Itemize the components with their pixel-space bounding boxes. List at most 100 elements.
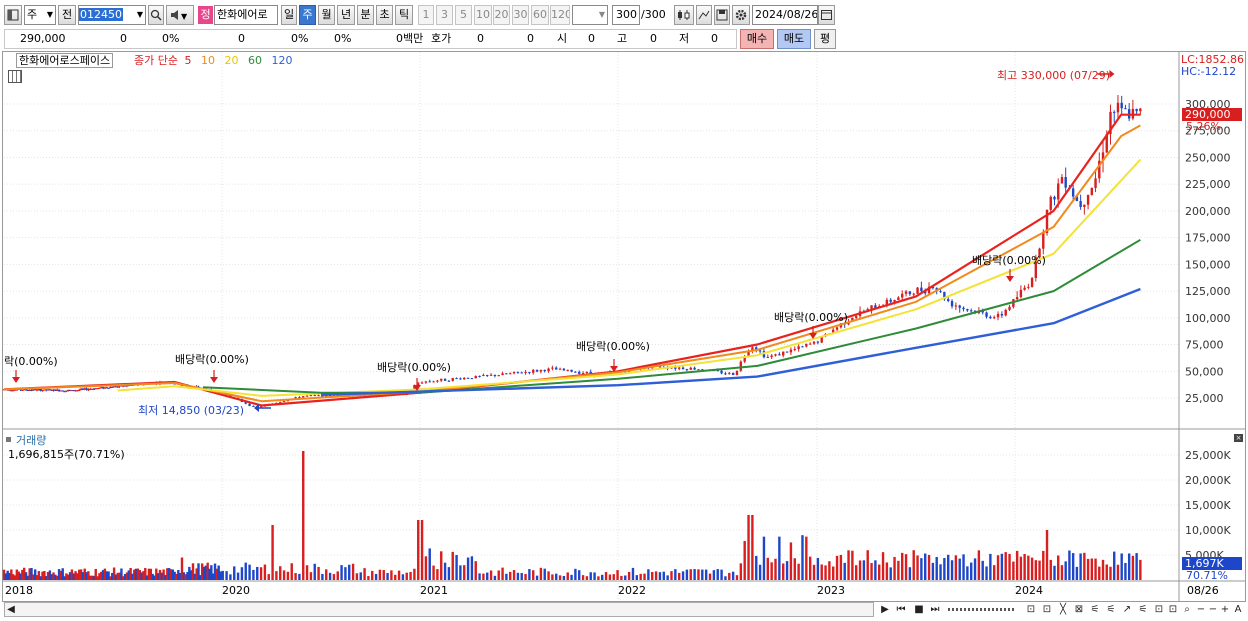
ma-legend-120: 120 [271, 54, 293, 67]
ma-legend-5: 5 [184, 54, 192, 67]
interval-3-button[interactable]: 3 [436, 5, 453, 25]
high-note: 최고 330,000 (07/29) [997, 69, 1111, 82]
ma-legend-60: 60 [247, 54, 262, 67]
div-note-6: 배당락(0.00%) [972, 254, 1046, 267]
high-label: 고 [617, 32, 628, 45]
gear-icon[interactable] [732, 5, 750, 25]
period-3-button[interactable]: 년 [337, 5, 355, 25]
tool-icon-2[interactable]: ⊡ [1040, 603, 1054, 616]
interval-60-button[interactable]: 60 [531, 5, 549, 25]
candle-type-icon[interactable] [674, 5, 694, 25]
calendar-icon[interactable] [818, 5, 835, 25]
interval-30-button[interactable]: 30 [512, 5, 529, 25]
ma-legend-20: 20 [224, 54, 239, 67]
period-1-button[interactable]: 주 [299, 5, 316, 25]
date-value: 2024/08/26 [755, 8, 818, 21]
chart-type-icon[interactable] [4, 5, 22, 25]
tool-icon-8[interactable]: ⚟ [1136, 603, 1150, 616]
x-label-2018: 2018 [5, 584, 33, 597]
x-label-2024: 2024 [1015, 584, 1043, 597]
open-value: 0 [588, 32, 595, 45]
zoom-in-icon[interactable]: + [1218, 603, 1232, 616]
interval-20-button[interactable]: 20 [493, 5, 510, 25]
current-pct-tag: 5.26% [1186, 120, 1221, 133]
sell-button[interactable]: 매도 [777, 29, 811, 49]
horizontal-scrollbar[interactable] [4, 602, 874, 617]
tool-icon-10[interactable]: ⊡ [1166, 603, 1180, 616]
interval-10-button[interactable]: 10 [474, 5, 492, 25]
period-2-button[interactable]: 월 [318, 5, 335, 25]
change-value: 0 [120, 32, 127, 45]
period-4-button[interactable]: 분 [357, 5, 374, 25]
scroll-left-icon[interactable]: ◀ [4, 603, 18, 616]
x-label-2022: 2022 [618, 584, 646, 597]
speaker-icon[interactable]: ▼ [166, 5, 194, 25]
high-value: 0 [650, 32, 657, 45]
volume-current-pct: 70.71% [1186, 569, 1228, 582]
name-badge: 정 [198, 6, 213, 24]
mode-select[interactable]: 주 ▼ [24, 5, 56, 25]
chart-frame [2, 51, 1246, 602]
div-note-5: 배당락(0.00%) [774, 311, 848, 324]
magnifier-icon[interactable]: ⌕ [1180, 603, 1194, 616]
period-6-button[interactable]: 틱 [395, 5, 413, 25]
volume-value: 0 [238, 32, 245, 45]
x-label-2023: 2023 [817, 584, 845, 597]
low-value: 0 [711, 32, 718, 45]
count-value: 300 [616, 8, 637, 21]
x-label-2020: 2020 [222, 584, 250, 597]
price-value: 290,000 [20, 32, 66, 45]
div-note-1: 락(0.00%) [4, 355, 58, 368]
last-page-icon[interactable]: ⏭ [928, 603, 942, 616]
date-input[interactable]: 2024/08/26 [752, 5, 818, 25]
tool-icon-6[interactable]: ⚟ [1104, 603, 1118, 616]
interval-120-button[interactable]: 120 [550, 5, 570, 25]
eval-button[interactable]: 평 [814, 29, 836, 49]
interval-5-button[interactable]: 5 [455, 5, 472, 25]
text-tool-icon[interactable]: A [1231, 603, 1245, 616]
count-input[interactable]: 300 [612, 5, 640, 25]
volume-value-label: 1,696,815주(70.71%) [8, 448, 125, 461]
interval-select[interactable]: ▼ [572, 5, 608, 25]
search-icon[interactable] [148, 5, 164, 25]
div-note-4: 배당락(0.00%) [576, 340, 650, 353]
code-input[interactable]: 012450 ▼ [78, 5, 146, 25]
tool-icon-9[interactable]: ⊡ [1152, 603, 1166, 616]
tool-icon-5[interactable]: ⚟ [1088, 603, 1102, 616]
tool-icon-3[interactable]: ╳ [1056, 603, 1070, 616]
scroll-right-icon[interactable]: ▶ [878, 603, 892, 616]
count-total: /300 [641, 8, 666, 21]
div-note-3: 배당락(0.00%) [377, 361, 451, 374]
line-tool-icon[interactable] [696, 5, 712, 25]
mode-label: 주 [27, 8, 38, 21]
chart-window: 주 ▼ 전 012450 ▼ ▼ 정 한화에어로 일주월년분초틱 1 3 5 10 20 3… [0, 0, 1248, 621]
save-icon[interactable] [714, 5, 730, 25]
x-label-last-date: 08/26 [1187, 584, 1219, 597]
grid-toggle-icon[interactable] [8, 70, 22, 83]
zoom-slider[interactable] [948, 608, 1016, 611]
open-label: 시 [557, 32, 568, 45]
ma-legend-10: 10 [200, 54, 215, 67]
stock-name-field[interactable]: 한화에어로 [214, 5, 278, 25]
volume-panel-close-icon[interactable]: × [1234, 434, 1243, 442]
buy-button[interactable]: 매수 [740, 29, 774, 49]
tool-icon-1[interactable]: ⊡ [1024, 603, 1038, 616]
hoga-value-1: 0 [477, 32, 484, 45]
chevron-down-icon: ▼ [598, 10, 605, 19]
x-label-2021: 2021 [420, 584, 448, 597]
trade-value: 0백만 [396, 32, 424, 45]
volume-pct: 0% [291, 32, 309, 45]
prev-button[interactable]: 전 [58, 5, 76, 25]
code-text: 012450 [79, 8, 123, 21]
period-5-button[interactable]: 초 [376, 5, 393, 25]
first-page-icon[interactable]: ⏮ [894, 603, 908, 616]
hoga-label: 호가 [431, 32, 452, 45]
volume-panel-marker [6, 437, 11, 442]
tool-icon-4[interactable]: ⊠ [1072, 603, 1086, 616]
interval-1-button[interactable]: 1 [418, 5, 434, 25]
chevron-down-icon: ▼ [46, 10, 53, 19]
tool-icon-7[interactable]: ↗ [1120, 603, 1134, 616]
stop-icon[interactable]: ■ [912, 603, 926, 616]
period-0-button[interactable]: 일 [281, 5, 297, 25]
div-note-2: 배당락(0.00%) [175, 353, 249, 366]
